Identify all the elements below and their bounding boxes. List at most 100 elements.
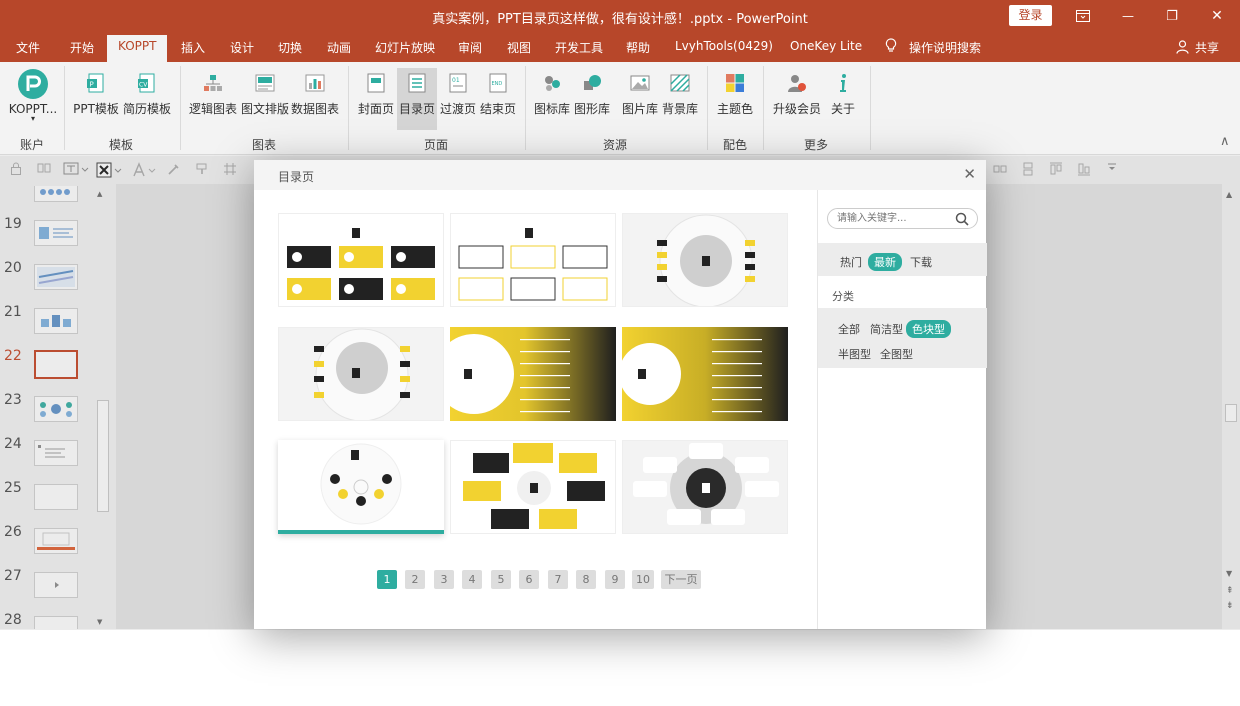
image-library-button[interactable]: 图片库 [620,68,660,130]
sort-popular-chip[interactable]: 热门 [840,254,862,270]
ribbon-display-options-icon[interactable] [1073,6,1093,26]
category-simple-chip[interactable]: 简洁型 [870,321,903,337]
tab-design[interactable]: 设计 [230,39,254,56]
status-area [0,629,1240,706]
page-7-button[interactable]: 7 [548,570,568,589]
category-all-chip[interactable]: 全部 [838,321,860,337]
tab-animations[interactable]: 动画 [327,39,351,56]
template-card[interactable] [622,440,788,534]
group-more-label: 更多 [804,138,829,152]
transition-page-button[interactable]: 01 过渡页 [438,68,478,130]
dialog-close-button[interactable]: ✕ [963,165,976,183]
svg-text:01: 01 [452,77,460,84]
filter-sidebar: 热门 最新 下载 分类 全部 简洁型 色块型 半图型 全图型 [817,190,987,629]
background-library-button[interactable]: 背景库 [660,68,700,130]
minimize-button[interactable]: — [1118,6,1138,26]
tab-transitions[interactable]: 切换 [278,39,302,56]
group-account-label: 账户 [20,138,45,152]
transition-page-label: 过渡页 [439,102,476,116]
template-card-selected[interactable] [278,440,444,534]
ppt-template-label: PPT模板 [73,102,119,116]
logic-chart-button[interactable]: 逻辑图表 [188,68,238,130]
page-8-button[interactable]: 8 [576,570,596,589]
data-chart-button[interactable]: 数据图表 [290,68,340,130]
ppt-template-button[interactable]: P PPT模板 [72,68,120,130]
theme-color-button[interactable]: 主题色 [714,68,756,130]
cover-page-button[interactable]: 封面页 [356,68,396,130]
template-card[interactable] [450,213,616,307]
ribbon-tabs: 文件 开始 KOPPT 插入 设计 切换 动画 幻灯片放映 审阅 视图 开发工具… [0,32,1240,62]
group-chart-label: 图表 [252,138,277,152]
page-1-button[interactable]: 1 [377,570,397,589]
template-card[interactable] [278,327,444,421]
tab-lvyhtools[interactable]: LvyhTools(0429) [675,39,773,53]
group-page-label: 页面 [424,138,449,152]
template-card[interactable] [450,327,616,421]
sort-section: 热门 最新 下载 [818,243,987,276]
tab-slideshow[interactable]: 幻灯片放映 [375,39,435,56]
contents-page-label: 目录页 [398,102,435,116]
template-card[interactable] [278,213,444,307]
sort-newest-chip[interactable]: 最新 [868,253,902,271]
group-color-label: 配色 [723,138,748,152]
login-button[interactable]: 登录 [1009,5,1052,26]
about-button[interactable]: 关于 [826,68,860,130]
category-heading: 分类 [832,290,854,303]
category-full-image-chip[interactable]: 全图型 [880,346,913,362]
tab-view[interactable]: 视图 [507,39,531,56]
theme-color-label: 主题色 [716,102,753,116]
tab-insert[interactable]: 插入 [181,39,205,56]
template-preview-1 [279,214,443,306]
search-input[interactable] [837,211,949,226]
page-10-button[interactable]: 10 [632,570,654,589]
template-card[interactable] [450,440,616,534]
contents-page-button[interactable]: 目录页 [397,68,437,130]
category-color-block-chip[interactable]: 色块型 [906,320,951,338]
template-card[interactable] [622,327,788,421]
transition-page-icon: 01 [449,73,467,93]
end-page-label: 结束页 [479,102,516,116]
page-2-button[interactable]: 2 [405,570,425,589]
sort-download-chip[interactable]: 下载 [910,254,932,270]
powerpoint-window: 真实案例，PPT目录页这样做，很有设计感！.pptx - PowerPoint … [0,0,1240,706]
member-icon [788,75,806,92]
tab-file[interactable]: 文件 [16,39,40,56]
page-6-button[interactable]: 6 [519,570,539,589]
template-preview-4 [279,328,443,420]
tab-koppt[interactable]: KOPPT [107,35,168,62]
tell-me-search[interactable]: 操作说明搜索 [909,39,981,56]
upgrade-member-button[interactable]: 升级会员 [770,68,824,130]
template-card[interactable] [622,213,788,307]
category-half-image-chip[interactable]: 半图型 [838,346,871,362]
tab-home[interactable]: 开始 [70,39,94,56]
share-button[interactable]: 共享 [1195,39,1219,56]
resume-template-button[interactable]: CV 简历模板 [122,68,172,130]
contents-page-icon [408,73,426,93]
background-library-label: 背景库 [661,102,698,116]
page-3-button[interactable]: 3 [434,570,454,589]
data-chart-label: 数据图表 [290,102,339,116]
tab-review[interactable]: 审阅 [458,39,482,56]
icon-library-label: 图标库 [533,102,570,116]
page-9-button[interactable]: 9 [605,570,625,589]
template-preview-5 [450,327,616,421]
logic-chart-label: 逻辑图表 [188,102,237,116]
resume-template-label: 简历模板 [122,102,171,116]
tab-developer[interactable]: 开发工具 [555,39,603,56]
tab-help[interactable]: 帮助 [626,39,650,56]
icon-library-button[interactable]: 图标库 [532,68,572,130]
page-5-button[interactable]: 5 [491,570,511,589]
next-page-button[interactable]: 下一页 [661,570,701,589]
template-preview-6 [622,327,788,421]
page-4-button[interactable]: 4 [462,570,482,589]
search-icon[interactable] [955,212,969,226]
upgrade-member-label: 升级会员 [772,102,821,116]
koppt-account-button[interactable]: KOPPT... ▾ [6,68,60,130]
tab-onekey-lite[interactable]: OneKey Lite [790,39,862,53]
close-button[interactable]: ✕ [1207,6,1227,26]
end-page-button[interactable]: END 结束页 [478,68,518,130]
text-image-layout-button[interactable]: 图文排版 [240,68,290,130]
collapse-ribbon-icon[interactable]: ∧ [1220,134,1230,149]
shape-library-button[interactable]: 图形库 [572,68,612,130]
restore-button[interactable]: ❐ [1162,6,1182,26]
